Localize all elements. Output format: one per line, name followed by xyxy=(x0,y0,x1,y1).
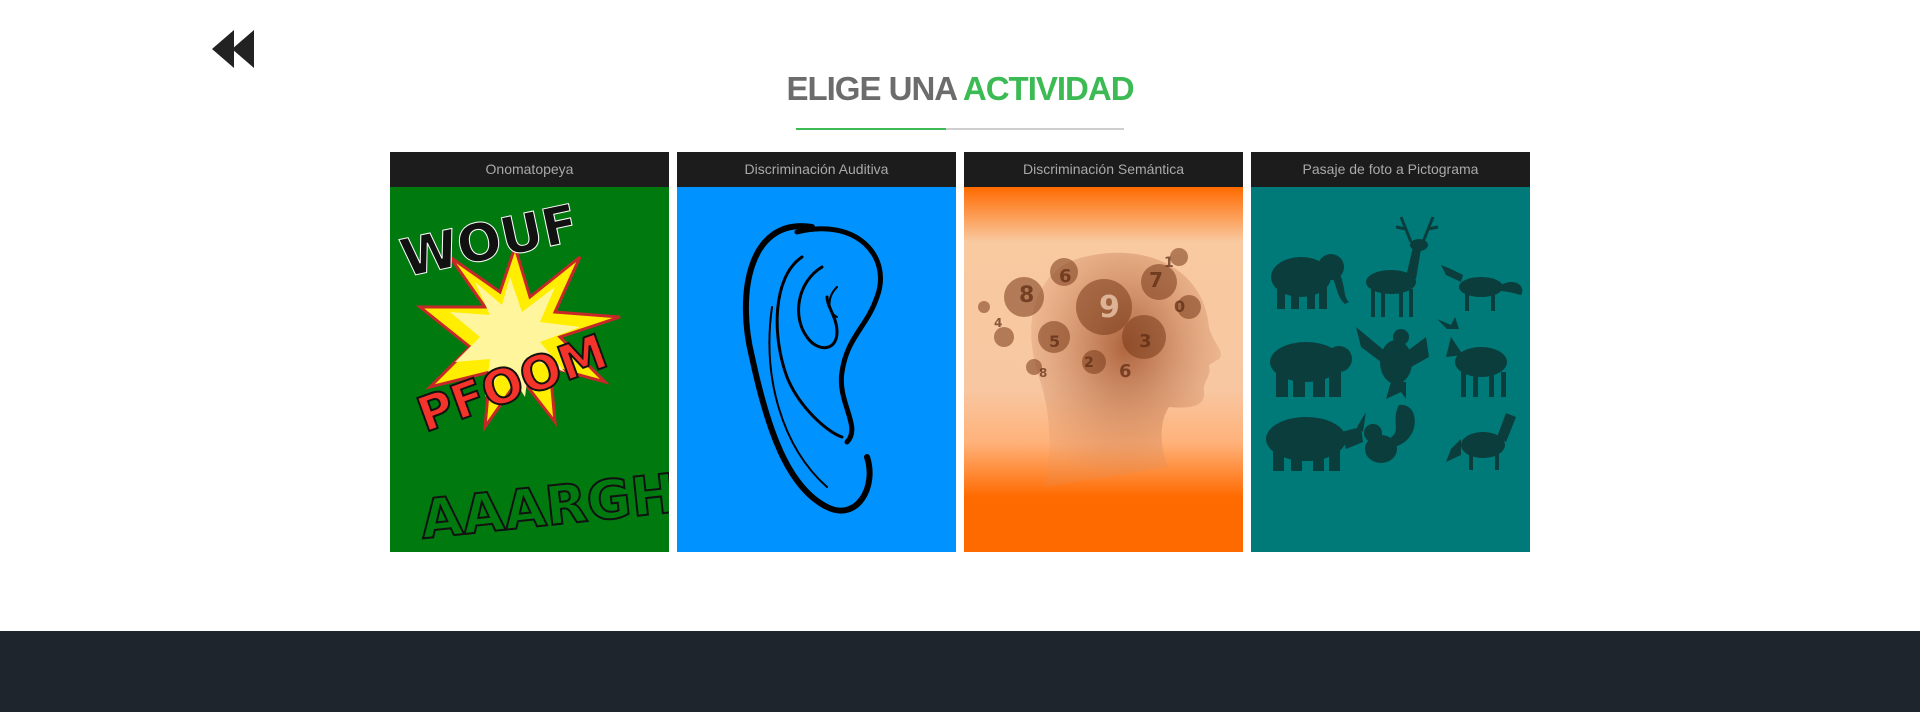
ear-image xyxy=(677,187,956,552)
double-chevron-left-icon xyxy=(212,30,254,68)
eagle-silhouette xyxy=(1356,327,1429,399)
svg-text:4: 4 xyxy=(994,316,1002,330)
svg-text:6: 6 xyxy=(1059,266,1072,287)
title-part-1: ELIGE UNA xyxy=(786,70,956,107)
bear-silhouette xyxy=(1270,342,1352,397)
card-label: Onomatopeya xyxy=(390,152,669,187)
deer-silhouette xyxy=(1366,216,1439,317)
semantic-head-image: 9 8 6 7 3 5 0 2 6 4 1 8 xyxy=(964,187,1243,552)
svg-text:5: 5 xyxy=(1049,332,1060,351)
svg-text:6: 6 xyxy=(1119,361,1132,382)
rhino-silhouette xyxy=(1266,412,1366,471)
back-button[interactable] xyxy=(212,30,254,68)
svg-text:0: 0 xyxy=(1174,297,1185,316)
title-part-2: ACTIVIDAD xyxy=(962,70,1135,107)
onomatopeya-image: WOUF PFOOM AAARGH! xyxy=(390,187,669,552)
card-discriminacion-semantica[interactable]: Discriminación Semántica 9 8 6 7 3 5 0 2… xyxy=(964,152,1243,552)
zebra-silhouette xyxy=(1446,413,1516,470)
fox-silhouette xyxy=(1441,265,1523,311)
card-label: Pasaje de foto a Pictograma xyxy=(1251,152,1530,187)
animal-silhouettes-image xyxy=(1251,187,1530,552)
squirrel-silhouette xyxy=(1364,404,1415,463)
card-label: Discriminación Auditiva xyxy=(677,152,956,187)
svg-text:8: 8 xyxy=(1019,283,1034,308)
footer xyxy=(0,631,1920,712)
title-divider-accent xyxy=(796,128,946,130)
svg-text:2: 2 xyxy=(1084,355,1094,371)
card-discriminacion-auditiva[interactable]: Discriminación Auditiva xyxy=(677,152,956,552)
elephant-silhouette xyxy=(1271,254,1349,309)
moose-silhouette xyxy=(1437,317,1507,397)
page-title: ELIGE UNA ACTIVIDAD xyxy=(0,70,1920,108)
svg-text:7: 7 xyxy=(1149,268,1163,292)
card-onomatopeya[interactable]: Onomatopeya WOUF PFOOM AAARGH! xyxy=(390,152,669,552)
svg-text:9: 9 xyxy=(1099,290,1120,325)
title-divider xyxy=(796,128,1124,130)
aaargh-text: AAARGH! xyxy=(417,459,669,551)
svg-text:8: 8 xyxy=(1039,366,1047,380)
card-pasaje-foto-pictograma[interactable]: Pasaje de foto a Pictograma xyxy=(1251,152,1530,552)
svg-text:3: 3 xyxy=(1139,331,1152,352)
card-label: Discriminación Semántica xyxy=(964,152,1243,187)
svg-text:1: 1 xyxy=(1164,255,1174,271)
